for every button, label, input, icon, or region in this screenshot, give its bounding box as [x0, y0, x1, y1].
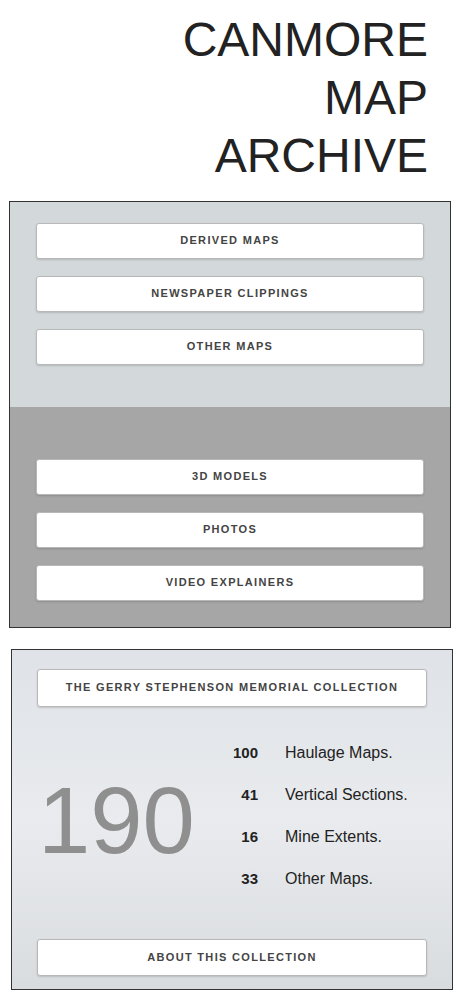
about-button[interactable]: ABOUT THIS COLLECTION: [37, 939, 427, 976]
nav-button[interactable]: OTHER MAPS: [36, 329, 424, 365]
title-line: CANMORE: [183, 11, 428, 69]
stat-label: Other Maps.: [285, 858, 408, 900]
button-group: 3D MODELS PHOTOS VIDEO EXPLAINERS: [10, 407, 450, 627]
nav-button[interactable]: VIDEO EXPLAINERS: [36, 565, 424, 601]
nav-button[interactable]: PHOTOS: [36, 512, 424, 548]
title-line: ARCHIVE: [215, 127, 428, 185]
title-line: MAP: [324, 69, 428, 127]
stat-label: Vertical Sections.: [285, 774, 408, 816]
nav-button[interactable]: DERIVED MAPS: [36, 223, 424, 259]
collection-panel: THE GERRY STEPHENSON MEMORIAL COLLECTION…: [11, 649, 453, 990]
collection-summary: 190100Haulage Maps.41Vertical Sections.1…: [37, 707, 427, 939]
total-count: 190: [38, 774, 195, 868]
collection-title-button[interactable]: THE GERRY STEPHENSON MEMORIAL COLLECTION: [37, 669, 427, 707]
stat-count: 16: [228, 816, 258, 858]
site-header: CANMOREMAPARCHIVE: [0, 0, 456, 201]
stat-count: 100: [228, 732, 258, 774]
stat-count: 41: [228, 774, 258, 816]
stat-label: Haulage Maps.: [285, 732, 408, 774]
nav-button[interactable]: 3D MODELS: [36, 459, 424, 495]
button-group: DERIVED MAPS NEWSPAPER CLIPPINGS OTHER MAP…: [10, 202, 450, 407]
stat-label: Mine Extents.: [285, 816, 408, 858]
stats-list: 100 Haulage Maps. 41 Vertical Sections. 16 Mi…: [228, 732, 408, 939]
nav-button[interactable]: NEWSPAPER CLIPPINGS: [36, 276, 424, 312]
stat-count: 33: [228, 858, 258, 900]
resource-panel: DERIVED MAPS NEWSPAPER CLIPPINGS OTHER MAP…: [9, 201, 451, 628]
